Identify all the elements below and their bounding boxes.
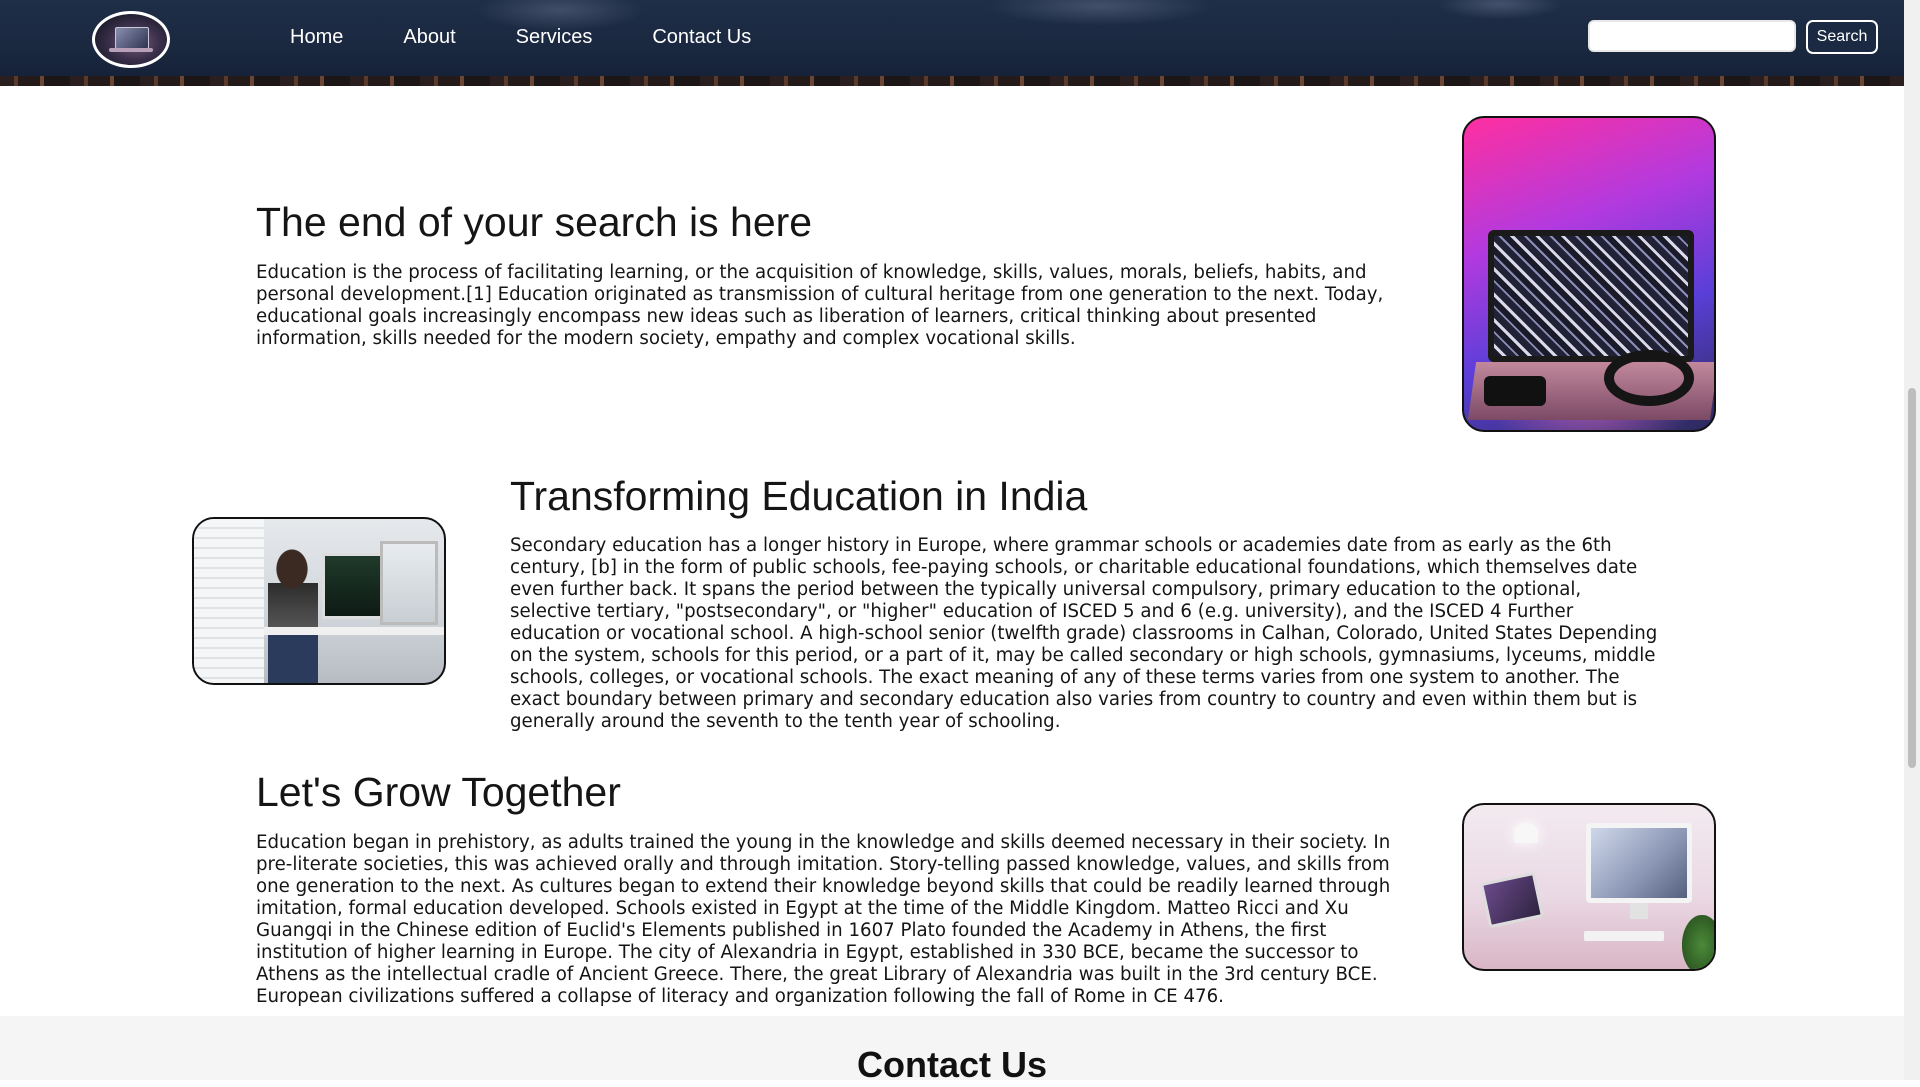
main-nav: Home About Services Contact Us	[290, 24, 811, 50]
page-scrollbar[interactable]	[1904, 0, 1920, 1080]
scrollbar-thumb[interactable]	[1908, 388, 1916, 768]
laptop-neon-image	[1462, 116, 1716, 432]
search-input[interactable]	[1588, 20, 1796, 52]
window-blinds-graphic	[194, 519, 264, 683]
section-2-text: Secondary education has a longer history…	[510, 535, 1658, 732]
nav-link-services[interactable]: Services	[516, 24, 593, 50]
woman-at-desk-image	[192, 517, 446, 685]
laptop-screen-graphic	[1488, 230, 1694, 362]
plant-graphic	[1682, 915, 1714, 969]
header-background-strip	[0, 76, 1904, 86]
headphones-graphic	[1604, 350, 1694, 406]
laptop-logo-icon[interactable]	[92, 11, 170, 68]
tablet-graphic	[1479, 871, 1545, 929]
search-button[interactable]: Search	[1806, 20, 1878, 54]
nav-link-about[interactable]: About	[403, 24, 455, 50]
logo-laptop-base	[109, 48, 153, 52]
nav-link-contact-us[interactable]: Contact Us	[652, 24, 751, 50]
imac-stand-graphic	[1630, 903, 1648, 919]
section-3-text: Education began in prehistory, as adults…	[256, 832, 1391, 1007]
section-2-title: Transforming Education in India	[510, 473, 1088, 519]
section-1-text: Education is the process of facilitating…	[256, 262, 1384, 349]
imac-graphic	[1586, 823, 1692, 903]
monitor-graphic	[322, 553, 384, 619]
monitor-graphic-secondary	[380, 541, 438, 625]
desk-graphic	[264, 627, 444, 635]
lamp-graphic	[1514, 823, 1538, 843]
section-1-title: The end of your search is here	[256, 199, 813, 245]
person-graphic	[268, 547, 318, 683]
phone-graphic	[1484, 376, 1546, 406]
keyboard-graphic	[1584, 931, 1664, 941]
top-navbar: Home About Services Contact Us Search	[0, 0, 1904, 86]
nav-link-home[interactable]: Home	[290, 24, 343, 50]
logo-laptop-screen	[115, 27, 149, 49]
section-3-title: Let's Grow Together	[256, 769, 621, 815]
contact-section-title: Contact Us	[856, 1044, 1048, 1085]
imac-desk-image	[1462, 803, 1716, 971]
